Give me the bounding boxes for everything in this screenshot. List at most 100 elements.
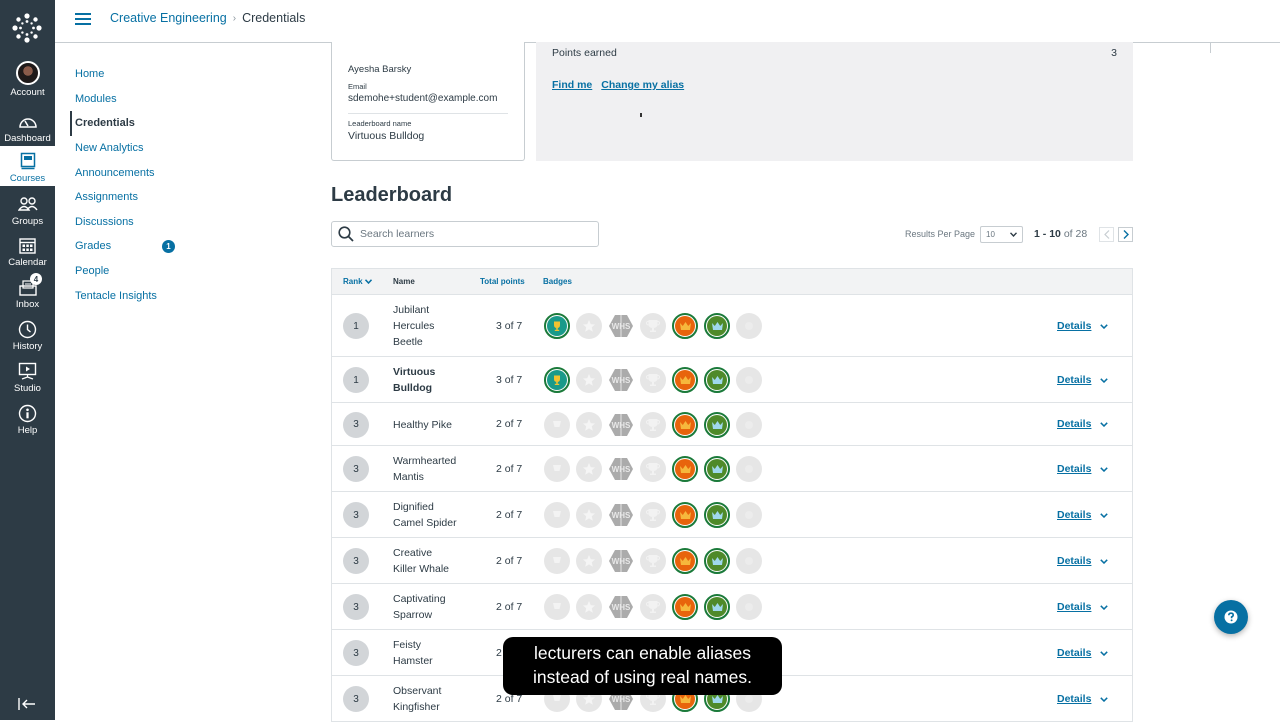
badge-crown-green-earned-icon[interactable] <box>704 548 730 574</box>
details-link[interactable]: Details <box>1057 418 1091 430</box>
badge-trophy-teal-locked-icon[interactable] <box>544 411 570 438</box>
course-nav-home[interactable]: Home <box>70 62 270 87</box>
badge-cup-locked-icon[interactable] <box>640 456 666 482</box>
badge-whs-locked-icon[interactable]: WHS <box>608 367 634 393</box>
badge-star-locked-icon[interactable] <box>576 367 602 393</box>
badge-crown-green-earned-icon[interactable] <box>704 367 730 393</box>
badge-crown-orange-earned-icon[interactable] <box>672 548 698 574</box>
course-nav-grades[interactable]: Grades 1 <box>70 234 270 259</box>
course-nav-assignments[interactable]: Assignments <box>70 185 270 210</box>
details-link[interactable]: Details <box>1057 374 1091 386</box>
badge-whs-locked-icon[interactable]: WHS <box>608 548 634 574</box>
badge-star-locked-icon[interactable] <box>576 502 602 528</box>
badge-cup-locked-icon[interactable] <box>640 502 666 528</box>
global-nav-groups[interactable]: Groups <box>0 193 55 235</box>
badge-trophy-teal-locked-icon[interactable] <box>544 548 570 574</box>
badge-whs-locked-icon[interactable]: WHS <box>608 594 634 620</box>
help-button[interactable] <box>1214 600 1248 634</box>
badge-crown-orange-earned-icon[interactable] <box>672 313 698 339</box>
badge-crown-orange-earned-icon[interactable] <box>672 411 698 438</box>
badge-cup-locked-icon[interactable] <box>640 411 666 438</box>
breadcrumb-course-link[interactable]: Creative Engineering <box>110 11 227 25</box>
chevron-down-icon[interactable] <box>1100 323 1108 329</box>
change-alias-link[interactable]: Change my alias <box>601 79 684 91</box>
badge-crown-orange-earned-icon[interactable] <box>672 502 698 528</box>
badge-medal-locked-icon[interactable] <box>736 548 762 574</box>
global-nav-studio[interactable]: Studio <box>0 360 55 402</box>
hamburger-menu-icon[interactable] <box>75 13 91 25</box>
badge-trophy-teal-locked-icon[interactable] <box>544 502 570 528</box>
global-nav-account[interactable]: Account <box>0 60 55 102</box>
course-nav-tentacle-insights[interactable]: Tentacle Insights <box>70 283 270 308</box>
search-learners-field[interactable] <box>331 221 599 247</box>
badge-star-locked-icon[interactable] <box>576 594 602 620</box>
badges-column-header[interactable]: Badges <box>543 277 572 286</box>
chevron-down-icon[interactable] <box>1100 377 1108 383</box>
chevron-down-icon[interactable] <box>1100 650 1108 656</box>
chevron-down-icon[interactable] <box>1100 422 1108 427</box>
badge-cup-locked-icon[interactable] <box>640 548 666 574</box>
badge-medal-locked-icon[interactable] <box>736 594 762 620</box>
badge-medal-locked-icon[interactable] <box>736 456 762 482</box>
global-nav-courses[interactable]: Courses <box>0 146 55 186</box>
badge-medal-locked-icon[interactable] <box>736 502 762 528</box>
badge-cup-locked-icon[interactable] <box>640 313 666 339</box>
previous-page-button[interactable] <box>1099 226 1115 242</box>
badge-medal-locked-icon[interactable] <box>736 367 762 393</box>
badge-trophy-teal-locked-icon[interactable] <box>544 456 570 482</box>
course-nav-modules[interactable]: Modules <box>70 87 270 112</box>
badge-crown-orange-earned-icon[interactable] <box>672 594 698 620</box>
badge-whs-locked-icon[interactable]: WHS <box>608 456 634 482</box>
details-link[interactable]: Details <box>1057 647 1091 659</box>
chevron-down-icon[interactable] <box>1100 696 1108 702</box>
collapse-nav-icon[interactable] <box>17 696 37 712</box>
badge-trophy-teal-locked-icon[interactable] <box>544 594 570 620</box>
details-link[interactable]: Details <box>1057 509 1091 521</box>
details-link[interactable]: Details <box>1057 320 1091 332</box>
global-nav-history[interactable]: History <box>0 318 55 360</box>
rank-column-header[interactable]: Rank <box>343 277 372 286</box>
details-link[interactable]: Details <box>1057 601 1091 613</box>
badge-medal-locked-icon[interactable] <box>736 313 762 339</box>
badge-crown-green-earned-icon[interactable] <box>704 456 730 482</box>
badge-star-locked-icon[interactable] <box>576 456 602 482</box>
results-per-page-select[interactable]: 10 <box>980 225 1024 243</box>
badge-whs-locked-icon[interactable]: WHS <box>608 502 634 528</box>
badge-trophy-teal-earned-icon[interactable] <box>544 367 570 393</box>
badge-whs-locked-icon[interactable]: WHS <box>608 412 634 438</box>
global-nav-calendar[interactable]: Calendar <box>0 234 55 276</box>
total-points-column-header[interactable]: Total points <box>480 277 525 286</box>
chevron-down-icon[interactable] <box>1100 512 1108 518</box>
badge-whs-locked-icon[interactable]: WHS <box>608 313 634 339</box>
chevron-down-icon[interactable] <box>1100 558 1108 564</box>
chevron-down-icon[interactable] <box>1100 604 1108 610</box>
find-me-link[interactable]: Find me <box>552 79 592 91</box>
badge-star-locked-icon[interactable] <box>576 548 602 574</box>
badge-medal-locked-icon[interactable] <box>736 411 762 438</box>
badge-cup-locked-icon[interactable] <box>640 367 666 393</box>
course-nav-discussions[interactable]: Discussions <box>70 210 270 235</box>
chevron-down-icon[interactable] <box>1100 466 1108 472</box>
badge-crown-green-earned-icon[interactable] <box>704 313 730 339</box>
course-nav-announcements[interactable]: Announcements <box>70 160 270 185</box>
details-link[interactable]: Details <box>1057 555 1091 567</box>
badge-star-locked-icon[interactable] <box>576 313 602 339</box>
details-link[interactable]: Details <box>1057 463 1091 475</box>
next-page-button[interactable] <box>1118 226 1134 242</box>
course-nav-people[interactable]: People <box>70 259 270 284</box>
badge-star-locked-icon[interactable] <box>576 411 602 438</box>
course-nav-new-analytics[interactable]: New Analytics <box>70 136 270 161</box>
badge-crown-orange-earned-icon[interactable] <box>672 456 698 482</box>
course-nav-credentials[interactable]: Credentials <box>70 111 270 136</box>
badge-crown-green-earned-icon[interactable] <box>704 502 730 528</box>
badge-crown-green-earned-icon[interactable] <box>704 594 730 620</box>
global-nav-help[interactable]: Help <box>0 402 55 444</box>
badge-cup-locked-icon[interactable] <box>640 594 666 620</box>
canvas-logo-icon[interactable] <box>11 12 43 44</box>
global-nav-inbox[interactable]: 4 Inbox <box>0 273 55 318</box>
badge-trophy-teal-earned-icon[interactable] <box>544 313 570 339</box>
badge-crown-green-earned-icon[interactable] <box>704 411 730 438</box>
search-learners-input[interactable] <box>360 228 580 240</box>
details-link[interactable]: Details <box>1057 693 1091 705</box>
badge-crown-orange-earned-icon[interactable] <box>672 367 698 393</box>
